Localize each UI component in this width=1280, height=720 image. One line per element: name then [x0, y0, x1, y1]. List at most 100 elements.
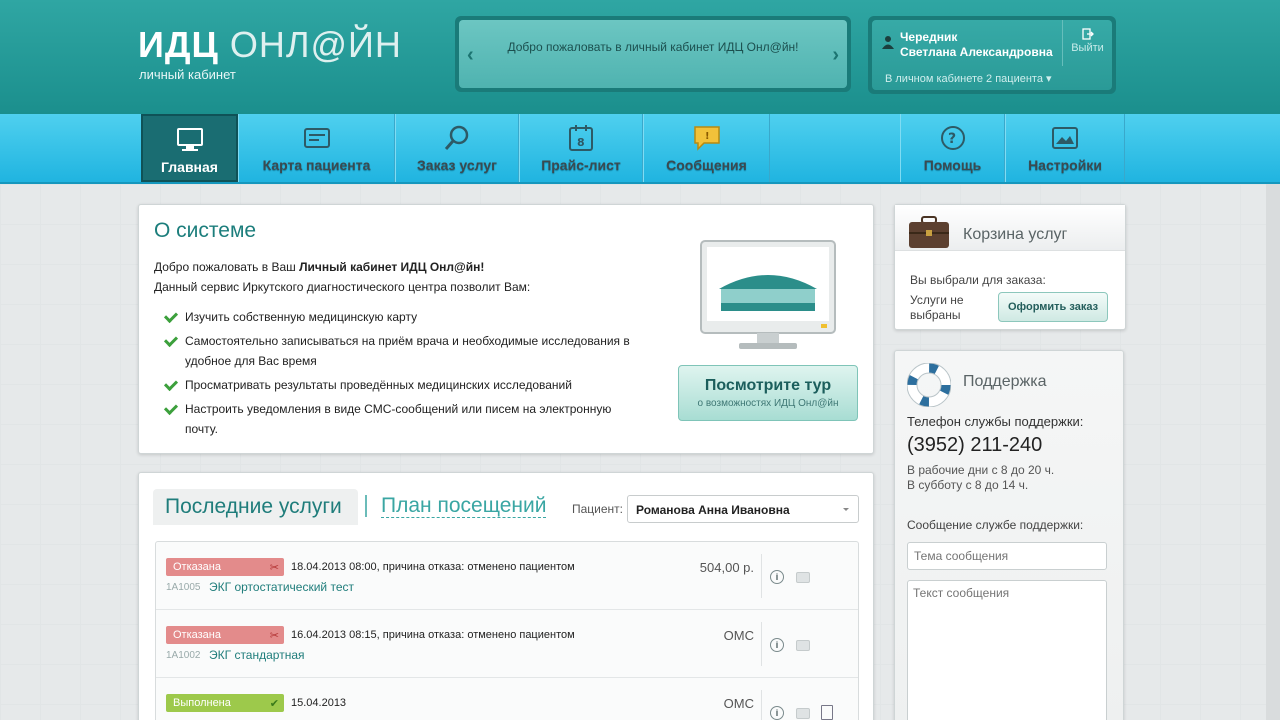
- comment-icon[interactable]: [796, 640, 810, 651]
- patients-dropdown[interactable]: В личном кабинете 2 пациента ▾: [885, 72, 1052, 85]
- monitor-icon: [176, 128, 203, 151]
- logout-icon: [1081, 28, 1094, 40]
- nav-item-settings[interactable]: Настройки: [1005, 114, 1125, 182]
- check-icon: ✔: [269, 698, 279, 710]
- patient-select[interactable]: Романова Анна Ивановна: [627, 495, 859, 523]
- support-hours: В рабочие дни с 8 до 20 ч. В субботу с 8…: [907, 463, 1054, 493]
- cart-header: Корзина услуг: [895, 205, 1125, 251]
- calendar-icon: 8: [569, 125, 593, 151]
- status-label: Отказана: [173, 561, 221, 573]
- chevron-down-icon: ▾: [1046, 73, 1052, 85]
- nav-item-home[interactable]: Главная: [141, 114, 238, 182]
- nav-item-price[interactable]: 8 Прайс-лист: [519, 114, 643, 182]
- lifebuoy-icon: [907, 363, 951, 407]
- user-icon: [882, 36, 894, 49]
- row-divider: [761, 554, 762, 598]
- service-row: Выполнена ✔ 15.04.2013 ОМС i: [156, 678, 858, 720]
- info-icon[interactable]: i: [770, 570, 784, 584]
- cart-empty-text: Услуги не выбраны: [910, 293, 964, 322]
- feature-item: Самостоятельно записываться на приём вра…: [163, 331, 643, 371]
- support-panel: Поддержка Телефон службы поддержки: (395…: [894, 350, 1124, 720]
- tab-visit-plan[interactable]: План посещений: [381, 495, 547, 518]
- message-text-input[interactable]: [907, 580, 1107, 720]
- service-list: Отказана ✂ 18.04.2013 08:00, причина отка…: [155, 541, 859, 720]
- info-icon[interactable]: i: [770, 706, 784, 720]
- svg-text:!: !: [705, 131, 710, 142]
- services-panel: Последние услуги План посещений Пациент:…: [138, 472, 874, 720]
- comment-icon[interactable]: [796, 708, 810, 719]
- nav-label-price: Прайс-лист: [541, 157, 621, 173]
- intro-bold: Личный кабинет ИДЦ Онл@йн!: [299, 260, 485, 274]
- nav-item-messages[interactable]: ! Сообщения: [643, 114, 770, 182]
- about-panel: О системе Добро пожаловать в Ваш Личный …: [138, 204, 874, 454]
- nav-label-home: Главная: [161, 159, 218, 175]
- row-divider: [761, 690, 762, 720]
- svg-text:?: ?: [948, 131, 956, 147]
- nav-item-help[interactable]: ? Помощь: [900, 114, 1005, 182]
- service-row: Отказана ✂ 18.04.2013 08:00, причина отка…: [156, 542, 858, 610]
- logout-button[interactable]: Выйти: [1062, 20, 1112, 66]
- user-last-name: Чередник: [900, 30, 958, 44]
- about-title: О системе: [154, 219, 257, 242]
- cart-panel: Корзина услуг Вы выбрали для заказа: Усл…: [894, 204, 1126, 330]
- status-badge: Отказана ✂: [166, 626, 284, 644]
- nav-label-messages: Сообщения: [666, 157, 747, 173]
- service-code: 1A1002: [166, 650, 201, 661]
- carousel-next-icon[interactable]: ›: [832, 44, 839, 67]
- service-price: ОМС: [723, 628, 754, 643]
- about-intro: Добро пожаловать в Ваш Личный кабинет ИД…: [154, 257, 530, 297]
- phone-label: Телефон службы поддержки:: [907, 414, 1084, 429]
- order-button[interactable]: Оформить заказ: [998, 292, 1108, 322]
- support-phone: (3952) 211-240: [907, 434, 1043, 456]
- cart-title: Корзина услуг: [963, 226, 1068, 243]
- hours-weekday: В рабочие дни с 8 до 20 ч.: [907, 463, 1055, 477]
- carousel-prev-icon[interactable]: ‹: [467, 44, 474, 67]
- user-first-name: Светлана Александровна: [900, 45, 1053, 59]
- feature-list: Изучить собственную медицинскую карту Са…: [163, 307, 643, 443]
- clipboard-icon[interactable]: [821, 705, 833, 720]
- message-icon: !: [693, 126, 720, 151]
- refused-icon: ✂: [269, 562, 279, 574]
- nav-label-help: Помощь: [923, 157, 982, 173]
- service-info: 18.04.2013 08:00, причина отказа: отмене…: [291, 561, 575, 573]
- service-price: ОМС: [723, 696, 754, 711]
- nav-label-settings: Настройки: [1028, 157, 1102, 173]
- tab-separator: [365, 495, 367, 517]
- main-nav: Главная Карта пациента Заказ услуг 8 Пра…: [0, 114, 1280, 272]
- welcome-carousel: ‹ Добро пожаловать в личный кабинет ИДЦ …: [455, 16, 851, 92]
- support-title: Поддержка: [963, 373, 1047, 390]
- intro-line2: Данный сервис Иркутского диагностическог…: [154, 280, 531, 294]
- service-name[interactable]: ЭКГ ортостатический тест: [209, 580, 354, 594]
- magnifier-icon: [444, 125, 469, 150]
- user-panel: Чередник Светлана Александровна Выйти В …: [868, 16, 1116, 94]
- logo[interactable]: ИДЦ ОНЛ@ЙН: [138, 24, 402, 66]
- info-icon[interactable]: i: [770, 638, 784, 652]
- nav-item-patient-card[interactable]: Карта пациента: [238, 114, 395, 182]
- logo-subtitle: личный кабинет: [139, 67, 236, 82]
- feature-item: Просматривать результаты проведённых мед…: [163, 375, 643, 395]
- patients-link-label: В личном кабинете 2 пациента: [885, 73, 1043, 85]
- header: ИДЦ ОНЛ@ЙН личный кабинет ‹ Добро пожало…: [0, 0, 1280, 114]
- briefcase-icon: [909, 216, 949, 248]
- tour-subtitle: о возможностях ИДЦ Онл@йн: [697, 398, 839, 409]
- feature-item: Настроить уведомления в виде СМС-сообщен…: [163, 399, 643, 439]
- message-label: Сообщение службе поддержки:: [907, 518, 1084, 532]
- service-info: 16.04.2013 08:15, причина отказа: отмене…: [291, 629, 575, 641]
- service-name[interactable]: ЭКГ стандартная: [209, 648, 305, 662]
- tab-last-services[interactable]: Последние услуги: [153, 489, 358, 525]
- service-code: 1A1005: [166, 582, 201, 593]
- status-badge: Выполнена ✔: [166, 694, 284, 712]
- message-topic-input[interactable]: [907, 542, 1107, 570]
- comment-icon[interactable]: [796, 572, 810, 583]
- settings-icon: [1052, 127, 1078, 149]
- service-price: 504,00 р.: [699, 560, 754, 575]
- tour-button[interactable]: Посмотрите тур о возможностях ИДЦ Онл@йн: [678, 365, 858, 421]
- status-label: Отказана: [173, 629, 221, 641]
- feature-item: Изучить собственную медицинскую карту: [163, 307, 643, 327]
- user-name: Чередник Светлана Александровна: [900, 30, 1053, 60]
- status-label: Выполнена: [173, 697, 231, 709]
- intro-prefix: Добро пожаловать в Ваш: [154, 260, 300, 274]
- cart-chosen-label: Вы выбрали для заказа:: [910, 273, 1046, 287]
- nav-item-order[interactable]: Заказ услуг: [395, 114, 519, 182]
- card-icon: [303, 128, 330, 148]
